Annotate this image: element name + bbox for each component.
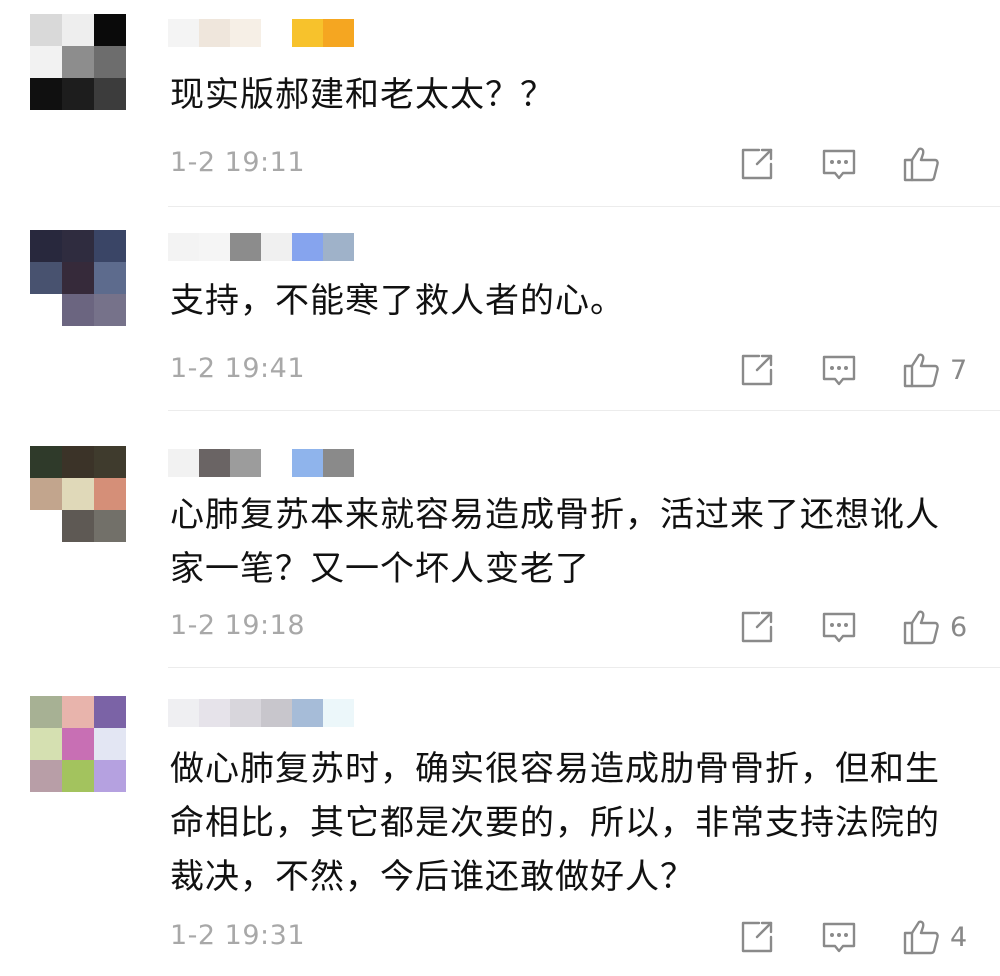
avatar-pixel [62, 262, 94, 294]
avatar-pixel [94, 510, 126, 542]
avatar-pixel [62, 294, 94, 326]
username-pixel [230, 19, 261, 47]
avatar-pixel [30, 14, 62, 46]
comment-icon[interactable] [820, 145, 858, 183]
avatar-pixel [94, 14, 126, 46]
username-pixel [199, 699, 230, 727]
username-pixelated[interactable] [168, 698, 354, 728]
comment-actions: 7 [694, 350, 968, 390]
username-pixelated[interactable] [168, 18, 354, 48]
avatar-pixel [62, 478, 94, 510]
username-pixel [261, 699, 292, 727]
comment-timestamp: 1-2 19:31 [170, 920, 305, 951]
avatar-pixel [62, 230, 94, 262]
comment-icon[interactable] [820, 608, 858, 646]
username-pixel [261, 449, 292, 477]
avatar-pixel [94, 478, 126, 510]
username-pixel [261, 233, 292, 261]
comment-text: 做心肺复苏时，确实很容易造成肋骨骨折，但和生命相比，其它都是次要的，所以，非常支… [170, 749, 940, 897]
username-pixel [199, 449, 230, 477]
username-pixel [230, 233, 261, 261]
comment-timestamp: 1-2 19:18 [170, 610, 305, 641]
comment-icon[interactable] [820, 351, 858, 389]
comment-actions [694, 144, 966, 184]
avatar-pixel [62, 760, 94, 792]
avatar-pixel [30, 78, 62, 110]
like-count: 4 [950, 921, 968, 953]
thumbs-up-icon[interactable] [902, 351, 940, 389]
username-pixel [199, 233, 230, 261]
avatar-pixel [30, 294, 62, 326]
share-icon[interactable] [738, 918, 776, 956]
avatar-pixel [62, 510, 94, 542]
username-pixel [261, 19, 292, 47]
avatar-pixel [30, 478, 62, 510]
avatar-pixel [30, 510, 62, 542]
avatar-pixel [94, 446, 126, 478]
username-pixel [292, 699, 323, 727]
share-icon[interactable] [738, 351, 776, 389]
like-count: 6 [950, 611, 968, 643]
username-pixel [168, 449, 199, 477]
username-pixel [230, 449, 261, 477]
thumbs-up-icon[interactable] [902, 145, 940, 183]
avatar-pixel [94, 230, 126, 262]
username-pixel [323, 233, 354, 261]
avatar-pixel [94, 46, 126, 78]
avatar-pixel [94, 78, 126, 110]
username-pixel [168, 233, 199, 261]
avatar-pixel [30, 728, 62, 760]
username-pixel [199, 19, 230, 47]
avatar-pixel [62, 728, 94, 760]
username-pixel [292, 233, 323, 261]
share-icon[interactable] [738, 608, 776, 646]
avatar-pixel [30, 760, 62, 792]
avatar-pixel [30, 230, 62, 262]
avatar-pixel [94, 696, 126, 728]
username-pixel [323, 19, 354, 47]
divider [168, 206, 1000, 207]
avatar-pixel [62, 14, 94, 46]
username-pixel [230, 699, 261, 727]
username-pixelated[interactable] [168, 232, 354, 262]
comment-icon[interactable] [820, 918, 858, 956]
avatar-pixel [30, 262, 62, 294]
avatar-pixel [94, 728, 126, 760]
comment-text: 现实版郝建和老太太？？ [170, 75, 555, 115]
avatar-pixel [94, 760, 126, 792]
avatar[interactable] [30, 446, 126, 542]
comment-actions: 6 [694, 607, 968, 647]
avatar-pixel [62, 46, 94, 78]
avatar-pixel [62, 446, 94, 478]
like-count: 7 [950, 354, 968, 386]
avatar-pixel [94, 294, 126, 326]
avatar[interactable] [30, 14, 126, 110]
avatar-pixel [30, 46, 62, 78]
divider [168, 410, 1000, 411]
username-pixel [292, 449, 323, 477]
share-icon[interactable] [738, 145, 776, 183]
avatar-pixel [30, 446, 62, 478]
username-pixelated[interactable] [168, 448, 354, 478]
comment-timestamp: 1-2 19:11 [170, 147, 305, 178]
username-pixel [168, 699, 199, 727]
comment-text: 支持，不能寒了救人者的心。 [170, 281, 625, 321]
username-pixel [323, 449, 354, 477]
divider [168, 667, 1000, 668]
avatar-pixel [94, 262, 126, 294]
comment-text: 心肺复苏本来就容易造成骨折，活过来了还想讹人家一笔？又一个坏人变老了 [170, 495, 940, 589]
username-pixel [168, 19, 199, 47]
comment-actions: 4 [694, 917, 968, 957]
avatar[interactable] [30, 230, 126, 326]
thumbs-up-icon[interactable] [902, 608, 940, 646]
avatar-pixel [30, 696, 62, 728]
username-pixel [292, 19, 323, 47]
avatar[interactable] [30, 696, 126, 792]
comment-timestamp: 1-2 19:41 [170, 353, 305, 384]
avatar-pixel [62, 78, 94, 110]
thumbs-up-icon[interactable] [902, 918, 940, 956]
avatar-pixel [62, 696, 94, 728]
username-pixel [323, 699, 354, 727]
